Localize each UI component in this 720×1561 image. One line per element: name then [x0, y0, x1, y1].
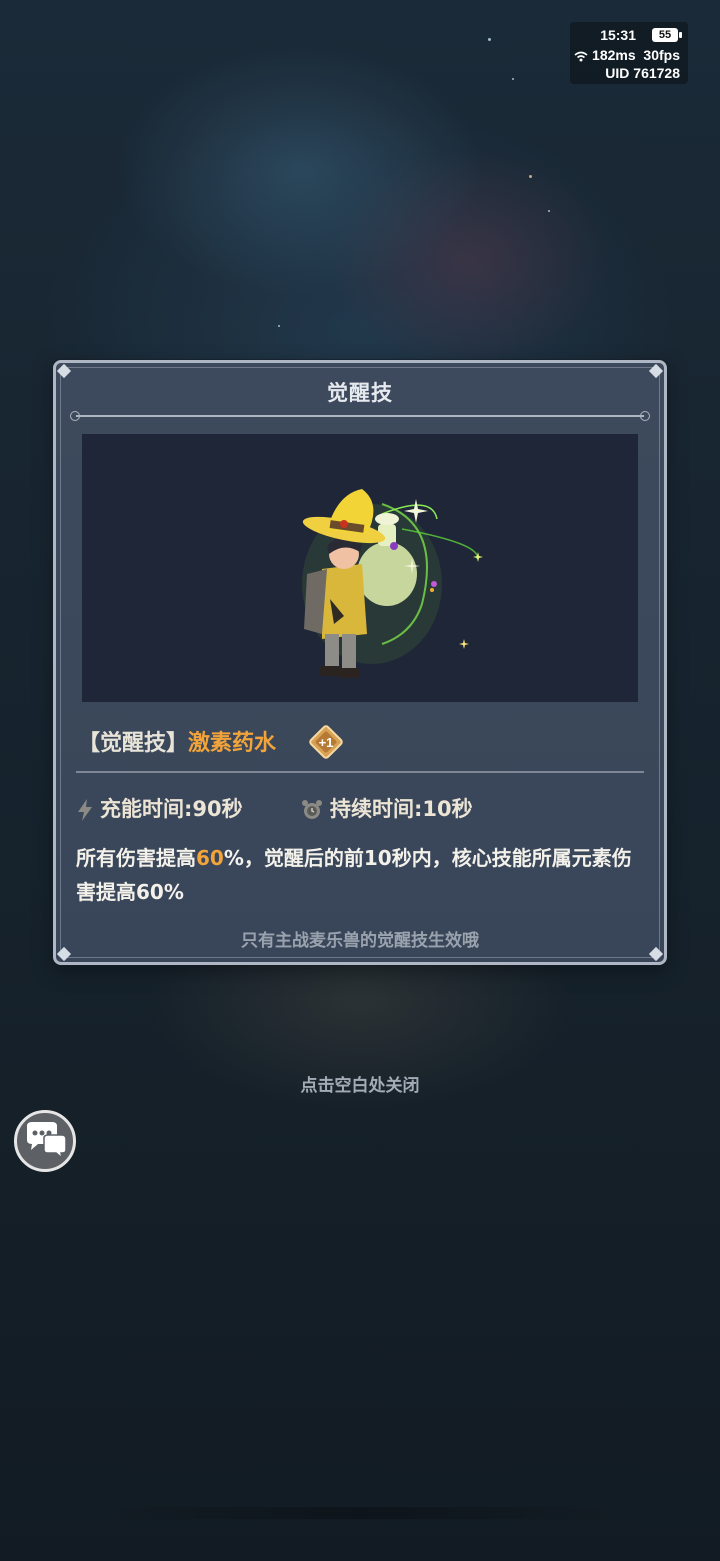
fps: 30fps: [643, 47, 680, 63]
bg-star: [278, 325, 280, 327]
corner-ornament: [56, 363, 72, 379]
bg-star: [488, 38, 491, 41]
description-prefix: 所有伤害提高: [76, 846, 196, 870]
charge-time-text: 充能时间:90秒: [100, 797, 243, 821]
chat-bubbles-icon: [27, 1122, 67, 1160]
description-highlight: 60: [196, 846, 224, 870]
skill-level-text: +1: [319, 735, 334, 750]
dialog-note: 只有主战麦乐兽的觉醒技生效哦: [241, 931, 479, 951]
bg-star: [529, 175, 532, 178]
duration-text: 持续时间:10秒: [330, 797, 473, 821]
bg-star: [512, 78, 514, 80]
charge-time: 充能时间:90秒: [76, 793, 243, 823]
lightning-icon: [78, 799, 92, 821]
title-divider: [70, 411, 650, 421]
corner-ornament: [648, 363, 664, 379]
bg-star: [548, 210, 550, 212]
tap-to-close-hint[interactable]: 点击空白处关闭: [0, 1071, 720, 1096]
wifi-icon: [574, 51, 588, 62]
skill-name-line: 【觉醒技】激素药水: [78, 725, 276, 757]
skill-level-badge: +1: [308, 724, 344, 760]
skill-preview: [82, 434, 638, 702]
skill-description: 所有伤害提高60%，觉醒后的前10秒内，核心技能所属元素伤害提高60%: [76, 841, 646, 909]
uid-label: UID 761728: [605, 65, 680, 81]
network-stats: 182ms 30fps: [574, 47, 680, 63]
battery-icon: 55: [652, 28, 682, 42]
section-divider: [76, 771, 644, 773]
latency: 182ms: [592, 47, 636, 63]
status-overlay: 15:31 55 182ms 30fps UID 761728: [570, 22, 688, 84]
duration: 持续时间:10秒: [300, 793, 473, 823]
clock: 15:31: [600, 27, 636, 43]
awakening-skill-dialog: 觉醒技 【觉醒技】激素药水 +1 充能时间:90秒 持续时间:10秒 所有伤害提…: [53, 360, 667, 965]
chat-button[interactable]: [14, 1110, 76, 1172]
alarm-clock-icon: [302, 800, 322, 819]
skill-type-label: 【觉醒技】: [78, 731, 189, 756]
dialog-title: 觉醒技: [327, 381, 393, 405]
bottom-gesture-area: [100, 1507, 620, 1519]
skill-name: 激素药水: [188, 731, 277, 756]
character-illustration: [302, 489, 483, 678]
